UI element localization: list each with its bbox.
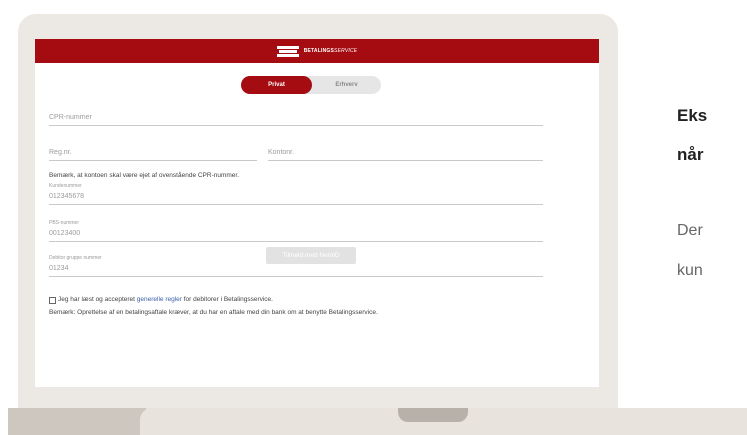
customer-number-field[interactable]: Kundenummer 012345678 (49, 183, 543, 205)
customer-number-label: Kundenummer (49, 183, 82, 189)
tab-erhverv[interactable]: Erhverv (312, 76, 381, 94)
brand-logo-text: BETALINGSSERVICE (303, 48, 358, 54)
reg-number-field[interactable]: Reg.nr. (49, 148, 257, 161)
bs-logo-icon (276, 46, 299, 57)
debtor-group-label: Debitor gruppe nummer (49, 255, 102, 261)
customer-type-toggle: Privat Erhverv (241, 76, 381, 94)
laptop-base-shadow (8, 408, 146, 435)
account-number-placeholder: Kontonr. (268, 149, 295, 156)
laptop-base-curve (140, 408, 160, 435)
side-heading-line1: Eks (677, 106, 708, 125)
laptop-screen: BETALINGSSERVICE Privat Erhverv CPR-numm… (35, 39, 599, 387)
terms-text: Jeg har læst og accepteret generelle reg… (58, 296, 273, 303)
terms-prefix: Jeg har læst og accepteret (58, 296, 137, 303)
account-number-field[interactable]: Kontonr. (268, 148, 543, 161)
side-body-line2: kun (677, 262, 703, 279)
customer-number-value: 012345678 (49, 193, 85, 200)
side-body-line1: Der (677, 222, 703, 239)
terms-link[interactable]: generelle regler (137, 296, 182, 303)
pbs-number-field[interactable]: PBS-nummer 00123400 (49, 220, 543, 242)
terms-checkbox[interactable] (49, 297, 56, 304)
pbs-number-value: 00123400 (49, 230, 81, 237)
cpr-placeholder: CPR-nummer (49, 114, 92, 121)
submit-nemid-button[interactable]: Tilmeld med NemID (266, 247, 356, 264)
side-heading-line2: når (677, 145, 704, 164)
tab-privat[interactable]: Privat (241, 76, 312, 94)
debtor-group-value: 01234 (49, 265, 69, 272)
cpr-field[interactable]: CPR-nummer (49, 113, 543, 126)
pbs-number-label: PBS-nummer (49, 220, 80, 226)
terms-suffix: for debitorer i Betalingsservice. (181, 296, 273, 303)
header-bar: BETALINGSSERVICE (35, 39, 599, 63)
reg-number-placeholder: Reg.nr. (49, 149, 72, 156)
laptop-notch (398, 408, 468, 422)
agreement-note: Bemærk: Oprettelse af en betalingsaftale… (49, 309, 378, 316)
ownership-note: Bemærk, at kontoen skal være ejet af ove… (49, 172, 240, 179)
